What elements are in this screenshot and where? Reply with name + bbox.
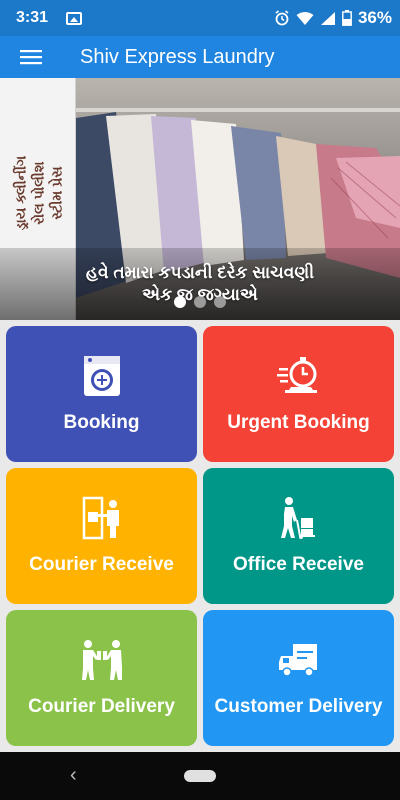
courier-receive-label: Courier Receive — [29, 554, 174, 575]
home-pill-icon[interactable] — [184, 770, 216, 782]
wifi-icon — [296, 11, 314, 25]
courier-receive-tile[interactable]: Courier Receive — [6, 468, 197, 604]
washing-machine-icon — [80, 354, 124, 398]
banner-service-text: ડ્રાય ક્લીનીંગ રોલ પોલીશ સ્ટીમ પ્રેસ — [11, 156, 65, 231]
hand-truck-icon — [277, 496, 321, 540]
carousel-indicator — [0, 296, 400, 308]
status-time: 3:31 — [16, 9, 49, 26]
battery-icon — [342, 10, 352, 26]
banner-caption: હવે તમારા કપડાની દરેક સાચવણી એક જ જગ્યાએ — [0, 248, 400, 320]
gallery-notification-icon — [66, 11, 83, 25]
courier-receive-icon — [80, 496, 124, 540]
urgent-booking-label: Urgent Booking — [227, 412, 370, 433]
banner-service-line-3: સ્ટીમ પ્રેસ — [48, 166, 65, 220]
hamburger-menu-icon — [20, 50, 42, 65]
system-nav-bar: ‹ — [0, 752, 400, 800]
signal-icon — [320, 11, 335, 25]
office-receive-label: Office Receive — [233, 554, 364, 575]
banner-caption-line-1: હવે તમારા કપડાની દરેક સાચવણી — [85, 263, 315, 282]
back-icon[interactable]: ‹ — [70, 764, 77, 787]
battery-percent: 36% — [357, 8, 392, 27]
banner-service-line-1: ડ્રાય ક્લીનીંગ — [12, 155, 29, 231]
urgent-booking-tile[interactable]: Urgent Booking — [203, 326, 394, 462]
banner-service-line-2: રોલ પોલીશ — [30, 161, 47, 225]
carousel-dot[interactable] — [214, 296, 226, 308]
booking-tile[interactable]: Booking — [6, 326, 197, 462]
courier-delivery-tile[interactable]: Courier Delivery — [6, 610, 197, 746]
customer-delivery-label: Customer Delivery — [214, 696, 383, 717]
carousel-dot[interactable] — [174, 296, 186, 308]
app-title: Shiv Express Laundry — [80, 45, 275, 68]
delivery-truck-icon — [277, 638, 321, 682]
carousel-dot[interactable] — [194, 296, 206, 308]
alarm-icon — [275, 10, 289, 26]
courier-delivery-label: Courier Delivery — [28, 696, 175, 717]
status-bar: 3:31 36% — [0, 0, 400, 36]
customer-delivery-tile[interactable]: Customer Delivery — [203, 610, 394, 746]
status-icons: 36% — [274, 8, 392, 28]
app-bar: Shiv Express Laundry — [0, 36, 400, 78]
timer-delivery-icon — [276, 354, 321, 398]
booking-label: Booking — [63, 412, 140, 433]
handover-icon — [80, 638, 124, 682]
office-receive-tile[interactable]: Office Receive — [203, 468, 394, 604]
banner-carousel[interactable]: ડ્રાય ક્લીનીંગ રોલ પોલીશ સ્ટીમ પ્રેસ હવે… — [0, 78, 400, 320]
menu-button[interactable] — [0, 36, 62, 78]
